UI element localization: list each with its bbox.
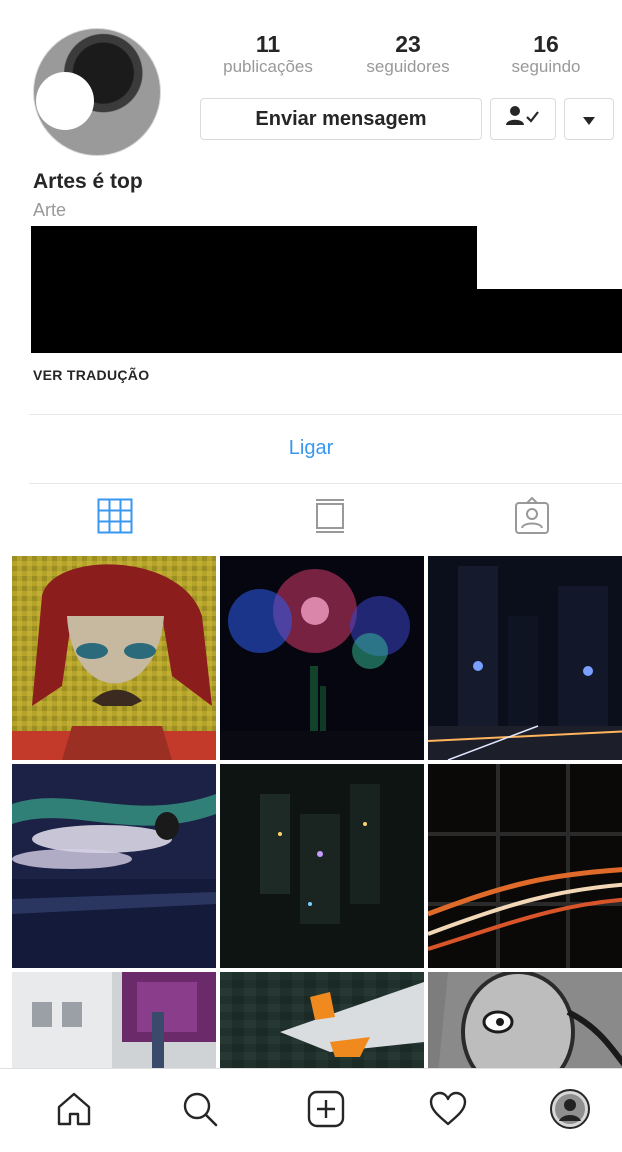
stat-followers-value: 23	[395, 31, 421, 57]
bottom-navigation	[0, 1068, 622, 1152]
bio-redaction-bottom	[31, 289, 622, 353]
nav-search[interactable]	[178, 1089, 222, 1133]
search-icon	[181, 1090, 219, 1133]
profile-name: Artes é top	[33, 170, 143, 193]
following-button[interactable]	[490, 98, 556, 140]
stat-following[interactable]: 16 seguindo	[486, 32, 606, 77]
home-icon	[55, 1090, 93, 1133]
profile-category: Arte	[33, 200, 67, 220]
stat-followers[interactable]: 23 seguidores	[348, 32, 468, 77]
stat-followers-label: seguidores	[366, 57, 450, 76]
tab-tagged[interactable]	[512, 496, 552, 540]
post-thumbnail-fireworks[interactable]	[220, 556, 424, 760]
nav-new-post[interactable]	[304, 1089, 348, 1133]
post-thumbnail-sketch[interactable]	[428, 972, 622, 1068]
plus-square-icon	[307, 1090, 345, 1133]
triangle-down-icon	[583, 108, 595, 131]
divider-top	[29, 414, 622, 415]
post-thumbnail-light-trails[interactable]	[428, 764, 622, 968]
post-thumbnail-portrait[interactable]	[12, 556, 216, 760]
nav-activity[interactable]	[426, 1089, 470, 1133]
stat-following-value: 16	[533, 31, 559, 57]
divider-middle	[29, 483, 622, 484]
post-thumbnail-street-sign[interactable]	[12, 972, 216, 1068]
avatar-redaction	[36, 72, 94, 130]
post-thumbnail-airplane-wing[interactable]	[220, 972, 424, 1068]
tagged-icon	[513, 496, 551, 540]
bio-redaction-top	[31, 226, 477, 290]
post-grid	[12, 556, 622, 1068]
stat-posts-label: publicações	[223, 57, 313, 76]
tab-feed[interactable]	[310, 498, 350, 538]
post-thumbnail-aurora[interactable]	[12, 764, 216, 968]
call-button[interactable]: Ligar	[0, 437, 622, 460]
profile-avatar-icon	[549, 1088, 591, 1135]
stat-following-label: seguindo	[511, 57, 581, 76]
send-message-label: Enviar mensagem	[255, 107, 427, 130]
feed-icon	[315, 498, 345, 539]
heart-icon	[429, 1091, 467, 1132]
send-message-button[interactable]: Enviar mensagem	[200, 98, 482, 140]
stat-posts-value: 11	[255, 31, 281, 57]
more-options-button[interactable]	[564, 98, 614, 140]
nav-home[interactable]	[52, 1089, 96, 1133]
grid-icon	[97, 498, 133, 539]
nav-profile[interactable]	[548, 1088, 592, 1135]
tab-grid[interactable]	[95, 498, 135, 538]
see-translation-link[interactable]: VER TRADUÇÃO	[33, 367, 149, 383]
stat-posts[interactable]: 11 publicações	[208, 32, 328, 77]
post-thumbnail-city-night[interactable]	[428, 556, 622, 760]
post-thumbnail-aerial-city[interactable]	[220, 764, 424, 968]
person-check-icon	[506, 105, 540, 133]
